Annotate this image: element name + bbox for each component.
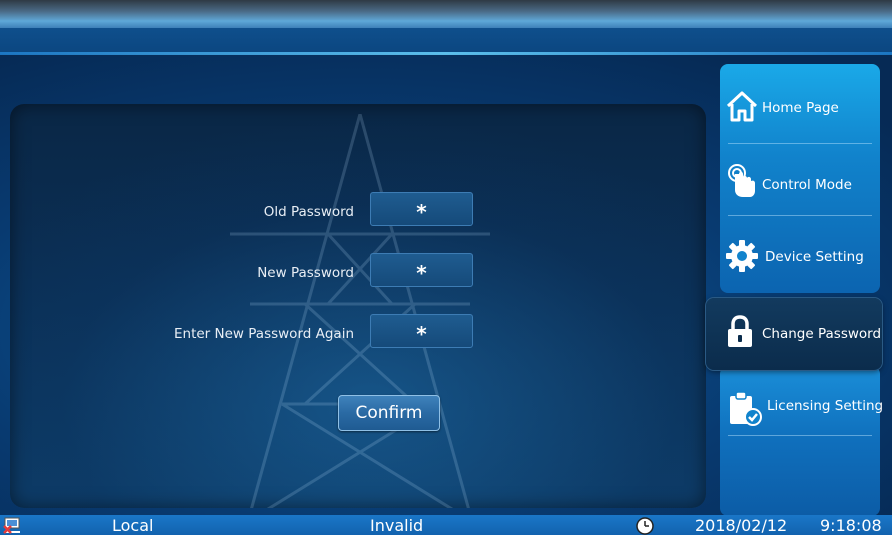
clipboard-check-icon	[730, 391, 762, 426]
power-pylon-watermark	[230, 114, 490, 508]
nav-divider	[728, 435, 872, 436]
padlock-icon	[728, 315, 752, 347]
header-divider	[0, 52, 892, 55]
new-password-field[interactable]: *	[370, 253, 473, 287]
nav-item-device-setting[interactable]: Device Setting	[720, 216, 880, 288]
status-bar: Local Invalid 2018/02/12 9:18:08	[0, 515, 892, 535]
confirm-password-label: Enter New Password Again	[174, 326, 354, 342]
status-mode: Local	[112, 516, 154, 535]
clock-icon	[636, 517, 654, 535]
new-password-label: New Password	[257, 265, 354, 281]
confirm-button[interactable]: Confirm	[338, 395, 440, 431]
side-navigation: Home Page Control Mode Device Setting Ch…	[706, 64, 884, 516]
nav-item-licensing-setting[interactable]: Licensing Setting	[720, 378, 884, 450]
header-band	[0, 28, 892, 54]
nav-item-control-mode[interactable]: Control Mode	[720, 144, 880, 216]
nav-label-change-password: Change Password	[762, 326, 882, 342]
nav-item-change-password[interactable]: Change Password	[706, 298, 882, 370]
old-password-field[interactable]: *	[370, 192, 473, 226]
status-time: 9:18:08	[820, 516, 882, 535]
top-bezel	[0, 0, 892, 28]
nav-label-licensing-setting: Licensing Setting	[767, 398, 884, 414]
house-icon	[726, 91, 758, 122]
confirm-password-row: Enter New Password Again *	[10, 314, 706, 366]
status-state: Invalid	[370, 516, 424, 535]
network-disconnected-icon	[3, 517, 20, 534]
gear-icon	[726, 240, 758, 272]
hmi-screen: Old Password * New Password * Enter New …	[0, 0, 892, 535]
nav-label-home-page: Home Page	[762, 100, 839, 116]
confirm-password-field[interactable]: *	[370, 314, 473, 348]
old-password-row: Old Password *	[10, 192, 706, 244]
nav-label-device-setting: Device Setting	[765, 249, 864, 265]
touch-hand-icon	[728, 164, 755, 197]
nav-label-control-mode: Control Mode	[762, 177, 852, 193]
old-password-label: Old Password	[263, 204, 354, 220]
nav-item-home-page[interactable]: Home Page	[720, 72, 880, 144]
new-password-row: New Password *	[10, 253, 706, 305]
status-date: 2018/02/12	[695, 516, 788, 535]
change-password-panel: Old Password * New Password * Enter New …	[10, 104, 706, 508]
